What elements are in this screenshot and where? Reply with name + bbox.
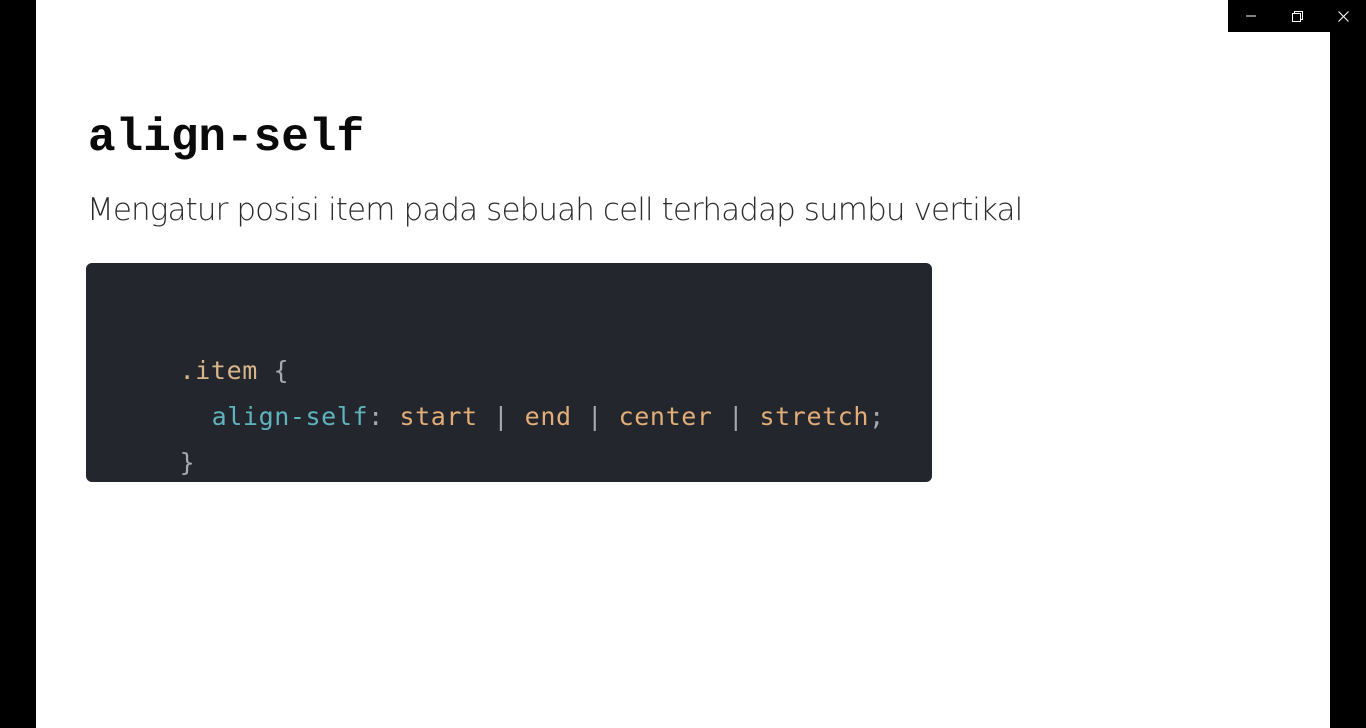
code-semicolon: ; [869, 402, 885, 431]
code-value-start: start [399, 402, 478, 431]
close-icon [1337, 10, 1349, 22]
code-value-center: center [618, 402, 713, 431]
restore-button[interactable] [1274, 0, 1320, 32]
close-button[interactable] [1320, 0, 1366, 32]
code-value-end: end [524, 402, 572, 431]
code-separator: | [728, 402, 744, 431]
presentation-slide: align-self Mengatur posisi item pada seb… [36, 0, 1330, 728]
code-close-brace: } [179, 448, 196, 477]
slide-subtitle: Mengatur posisi item pada sebuah cell te… [87, 192, 1023, 228]
restore-icon [1291, 10, 1303, 22]
slide-title: align-self [88, 112, 365, 164]
code-separator: | [587, 402, 603, 431]
code-colon: : [368, 402, 384, 431]
code-property: align-self [211, 402, 369, 431]
code-separator: | [493, 402, 510, 431]
minimize-button[interactable] [1228, 0, 1274, 32]
code-value-stretch: stretch [759, 402, 870, 431]
code-line-close: } [117, 394, 195, 532]
code-line-declaration: align-self: start | end | center | stret… [149, 348, 885, 486]
minimize-icon [1246, 15, 1256, 17]
window-controls [1228, 0, 1366, 32]
